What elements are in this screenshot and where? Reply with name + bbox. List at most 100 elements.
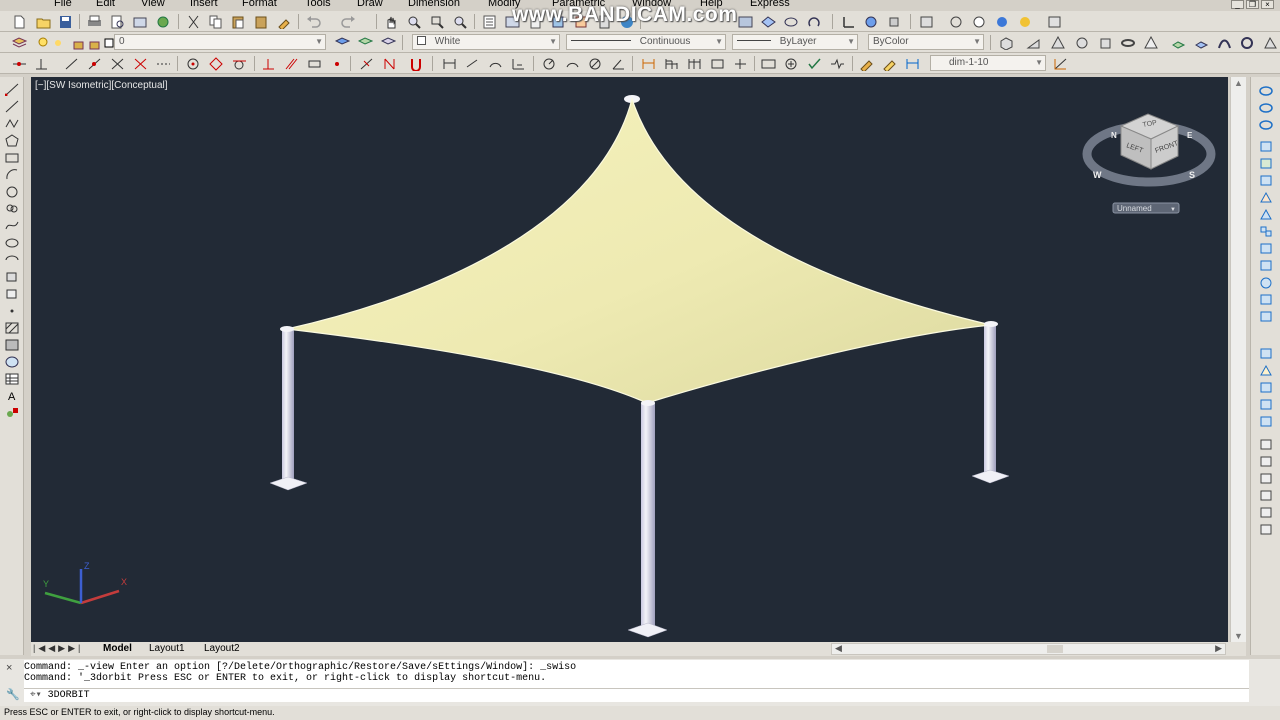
- perpendicular-snap-icon[interactable]: [260, 56, 276, 71]
- center-icon[interactable]: [185, 56, 201, 71]
- zoom-realtime-icon[interactable]: [406, 14, 422, 29]
- front-view-icon[interactable]: [1258, 522, 1274, 536]
- ellipse-icon[interactable]: [4, 235, 20, 249]
- menu-format[interactable]: Format: [242, 0, 277, 9]
- hidden-icon[interactable]: [971, 14, 987, 29]
- menu-view[interactable]: View: [141, 0, 165, 9]
- quadrant-icon[interactable]: [208, 56, 224, 71]
- plotstyle-combo[interactable]: ByColor ▼: [868, 34, 984, 50]
- solid-edit-icon[interactable]: [1258, 346, 1274, 360]
- drawing-viewport[interactable]: [−][SW Isometric][Conceptual] TOP LEFT F…: [31, 77, 1228, 642]
- dim-baseline-icon[interactable]: [663, 56, 679, 71]
- wrench-icon[interactable]: 🔧: [6, 688, 20, 701]
- dashed-line-icon[interactable]: [155, 56, 171, 71]
- dim-radius-icon[interactable]: [541, 56, 557, 71]
- 3d-array-icon[interactable]: [1258, 224, 1274, 238]
- vertical-scrollbar[interactable]: ▲ ▼: [1230, 77, 1246, 642]
- dim-jogged-icon[interactable]: [564, 56, 580, 71]
- add-selected-icon[interactable]: [4, 405, 20, 419]
- face-offset-icon[interactable]: [1258, 397, 1274, 411]
- redo-icon[interactable]: [340, 14, 356, 29]
- tangent-icon[interactable]: [231, 56, 247, 71]
- interfere-icon[interactable]: [1258, 275, 1274, 289]
- save-icon[interactable]: [57, 14, 73, 29]
- make-current-icon[interactable]: [334, 35, 350, 50]
- orbit-icon[interactable]: [783, 14, 799, 29]
- visual-manager-icon[interactable]: [1046, 14, 1062, 29]
- ellipse-arc-icon[interactable]: [4, 252, 20, 266]
- node-icon[interactable]: [329, 56, 345, 71]
- plot-preview-icon[interactable]: [109, 14, 125, 29]
- menu-file[interactable]: File: [54, 0, 72, 9]
- construction-line-icon[interactable]: [4, 99, 20, 113]
- layer-properties-icon[interactable]: [11, 35, 27, 50]
- scroll-up-icon[interactable]: ▲: [1234, 78, 1243, 88]
- intersection-icon[interactable]: [109, 56, 125, 71]
- polyline-icon[interactable]: [4, 116, 20, 130]
- restore-button[interactable]: ❐: [1246, 0, 1259, 9]
- parallel-icon[interactable]: [283, 56, 299, 71]
- extract-edges-icon[interactable]: [1258, 309, 1274, 323]
- jogged-linear-icon[interactable]: [829, 56, 845, 71]
- cut-icon[interactable]: [185, 14, 201, 29]
- layer-combo[interactable]: 0 ▼: [114, 34, 326, 50]
- scroll-down-icon[interactable]: ▼: [1234, 631, 1243, 641]
- solid-wedge-icon[interactable]: [1025, 35, 1041, 50]
- ucs-world-icon[interactable]: [863, 14, 879, 29]
- ucs-icon[interactable]: [840, 14, 856, 29]
- menu-dimension[interactable]: Dimension: [408, 0, 460, 9]
- zoom-previous-icon[interactable]: [452, 14, 468, 29]
- none-snap-icon[interactable]: [381, 56, 397, 71]
- solid-torus-icon[interactable]: [1120, 35, 1136, 50]
- orbit-continuous-icon[interactable]: [1258, 117, 1274, 131]
- 3d-rotate-icon[interactable]: [1258, 173, 1274, 187]
- solid-box-icon[interactable]: [998, 35, 1014, 50]
- match-properties-icon[interactable]: [276, 14, 292, 29]
- minimize-button[interactable]: _: [1231, 0, 1244, 9]
- osnap-settings-icon[interactable]: [408, 56, 424, 71]
- orbit-constrained-icon[interactable]: [1258, 100, 1274, 114]
- slice-icon[interactable]: [1258, 241, 1274, 255]
- dim-update-icon[interactable]: [904, 56, 920, 71]
- dim-continue-icon[interactable]: [686, 56, 702, 71]
- workspace-icon[interactable]: [737, 14, 753, 29]
- dim-text-edit-icon[interactable]: [881, 56, 897, 71]
- dim-style-combo[interactable]: dim-1-10 ▼: [930, 55, 1046, 71]
- dim-ordinate-icon[interactable]: [510, 56, 526, 71]
- loft-icon[interactable]: [1262, 35, 1278, 50]
- paste-icon[interactable]: [230, 14, 246, 29]
- conceptual-icon[interactable]: [1017, 14, 1033, 29]
- view-manager-icon[interactable]: [1258, 437, 1274, 451]
- tab-layout2[interactable]: Layout2: [204, 643, 240, 654]
- orbit-free-icon[interactable]: [1258, 83, 1274, 97]
- plot-icon[interactable]: [86, 14, 102, 29]
- line-icon[interactable]: [11, 56, 27, 71]
- paste-block-icon[interactable]: [253, 14, 269, 29]
- extension-icon[interactable]: [132, 56, 148, 71]
- polygon-icon[interactable]: [4, 133, 20, 147]
- center-mark-icon[interactable]: [783, 56, 799, 71]
- dim-diameter-icon[interactable]: [587, 56, 603, 71]
- face-delete-icon[interactable]: [1258, 414, 1274, 428]
- visual-style-icon[interactable]: [918, 14, 934, 29]
- ray-icon[interactable]: [63, 56, 79, 71]
- copy-icon[interactable]: [207, 14, 223, 29]
- mtext-icon[interactable]: A: [4, 388, 20, 402]
- dim-style-icon[interactable]: [1052, 56, 1068, 71]
- sweep-icon[interactable]: [1216, 35, 1232, 50]
- menu-draw[interactable]: Draw: [357, 0, 383, 9]
- insert-snap-icon[interactable]: [306, 56, 322, 71]
- circle-icon[interactable]: [4, 184, 20, 198]
- nearest-icon[interactable]: [358, 56, 374, 71]
- xline-icon[interactable]: [86, 56, 102, 71]
- menu-express[interactable]: Express: [750, 0, 790, 9]
- layer-state-icon[interactable]: [380, 35, 396, 50]
- hatch-icon[interactable]: [4, 320, 20, 334]
- region-icon[interactable]: [4, 354, 20, 368]
- tolerance-icon[interactable]: [760, 56, 776, 71]
- color-combo[interactable]: White ▼: [412, 34, 560, 50]
- face-extrude-icon[interactable]: [1258, 363, 1274, 377]
- command-line-input[interactable]: ⌖▾ 3DORBIT: [24, 688, 1249, 702]
- gradient-icon[interactable]: [4, 337, 20, 351]
- bottom-view-icon[interactable]: [1258, 471, 1274, 485]
